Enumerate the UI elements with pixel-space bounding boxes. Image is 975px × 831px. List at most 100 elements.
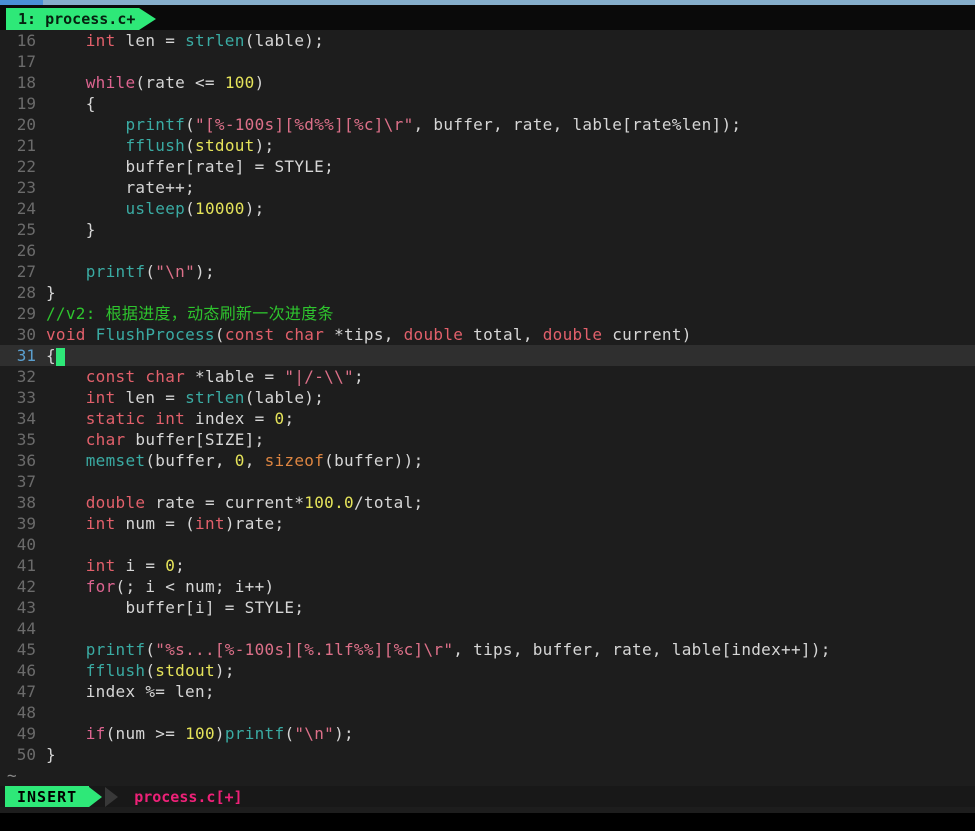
line-text: int i = 0;	[85, 556, 186, 575]
code-line-38[interactable]: 38 double rate = current*100.0/total;	[0, 492, 975, 513]
line-text: void FlushProcess(const char *tips, doub…	[46, 325, 692, 344]
line-text: {	[36, 345, 65, 366]
code-line-28[interactable]: 28}	[0, 282, 975, 303]
code-line-18[interactable]: 18 while(rate <= 100)	[0, 72, 975, 93]
code-line-26[interactable]: 26	[0, 240, 975, 261]
code-line-50[interactable]: 50}	[0, 744, 975, 765]
line-text: //v2: 根据进度，动态刷新一次进度条	[46, 304, 334, 323]
status-bar: INSERT process.c[+]	[0, 786, 975, 807]
terminal-window: 1: process.c+ 16 int len = strlen(lable)…	[0, 0, 975, 831]
mode-indicator: INSERT	[5, 786, 119, 807]
line-text: for(; i < num; i++)	[85, 577, 275, 596]
line-number: 39	[16, 514, 36, 533]
line-text: if(num >= 100)printf("\n");	[85, 724, 354, 743]
code-line-43[interactable]: 43 buffer[i] = STYLE;	[0, 597, 975, 618]
code-line-16[interactable]: 16 int len = strlen(lable);	[0, 30, 975, 51]
code-line-20[interactable]: 20 printf("[%-100s][%d%%][%c]\r", buffer…	[0, 114, 975, 135]
line-text	[36, 702, 46, 723]
line-text: char buffer[SIZE];	[85, 430, 265, 449]
line-text: int num = (int)rate;	[85, 514, 285, 533]
line-number: 49	[16, 724, 36, 743]
tab-arrow-icon	[139, 8, 157, 30]
line-number: 31	[16, 346, 36, 365]
code-line-22[interactable]: 22 buffer[rate] = STYLE;	[0, 156, 975, 177]
line-number: 41	[16, 556, 36, 575]
code-line-42[interactable]: 42 for(; i < num; i++)	[0, 576, 975, 597]
code-line-30[interactable]: 30 void FlushProcess(const char *tips, do…	[0, 324, 975, 345]
line-text	[36, 51, 46, 72]
empty-line-marker: ~	[0, 765, 975, 786]
line-number: 37	[16, 472, 36, 491]
code-line-33[interactable]: 33 int len = strlen(lable);	[0, 387, 975, 408]
line-text: int len = strlen(lable);	[85, 388, 325, 407]
code-line-39[interactable]: 39 int num = (int)rate;	[0, 513, 975, 534]
line-number: 42	[16, 577, 36, 596]
code-line-40[interactable]: 40	[0, 534, 975, 555]
line-number: 24	[16, 199, 36, 218]
line-number: 46	[16, 661, 36, 680]
line-text	[36, 471, 46, 492]
tab-process-c[interactable]: 1: process.c+	[6, 8, 157, 30]
line-number: 38	[16, 493, 36, 512]
line-text: }	[46, 745, 56, 764]
text-cursor	[55, 348, 65, 366]
code-line-34[interactable]: 34 static int index = 0;	[0, 408, 975, 429]
code-area[interactable]: 16 int len = strlen(lable); 17 18 while(ra…	[0, 30, 975, 765]
line-number: 47	[16, 682, 36, 701]
code-line-37[interactable]: 37	[0, 471, 975, 492]
code-line-31[interactable]: 31{	[0, 345, 975, 366]
code-line-27[interactable]: 27 printf("\n");	[0, 261, 975, 282]
code-line-25[interactable]: 25 }	[0, 219, 975, 240]
code-line-36[interactable]: 36 memset(buffer, 0, sizeof(buffer));	[0, 450, 975, 471]
code-line-29[interactable]: 29 //v2: 根据进度，动态刷新一次进度条	[0, 303, 975, 324]
line-text: double rate = current*100.0/total;	[85, 493, 424, 512]
line-number: 18	[16, 73, 36, 92]
code-line-19[interactable]: 19 {	[0, 93, 975, 114]
line-text	[36, 534, 46, 555]
window-top-bar	[0, 0, 975, 5]
line-text: const char *lable = "|/-\\";	[85, 367, 364, 386]
line-text: {	[46, 94, 96, 113]
code-line-23[interactable]: 23 rate++;	[0, 177, 975, 198]
code-line-21[interactable]: 21 fflush(stdout);	[0, 135, 975, 156]
line-number: 27	[16, 262, 36, 281]
code-line-49[interactable]: 49 if(num >= 100)printf("\n");	[0, 723, 975, 744]
code-line-35[interactable]: 35 char buffer[SIZE];	[0, 429, 975, 450]
line-number: 21	[16, 136, 36, 155]
line-text: static int index = 0;	[85, 409, 295, 428]
tab-bar: 1: process.c+	[0, 5, 975, 30]
tab-label: 1: process.c+	[6, 8, 140, 30]
code-line-48[interactable]: 48	[0, 702, 975, 723]
line-text: fflush(stdout);	[85, 661, 235, 680]
line-text	[36, 240, 46, 261]
line-number: 33	[16, 388, 36, 407]
code-line-46[interactable]: 46 fflush(stdout);	[0, 660, 975, 681]
line-number: 35	[16, 430, 36, 449]
line-number: 20	[16, 115, 36, 134]
code-line-47[interactable]: 47 index %= len;	[0, 681, 975, 702]
line-number: 17	[16, 52, 36, 71]
line-text: int len = strlen(lable);	[85, 31, 325, 50]
line-text: while(rate <= 100)	[85, 73, 265, 92]
code-line-44[interactable]: 44	[0, 618, 975, 639]
line-text: index %= len;	[46, 682, 215, 701]
line-number: 50	[16, 745, 36, 764]
code-line-24[interactable]: 24 usleep(10000);	[0, 198, 975, 219]
line-number: 25	[16, 220, 36, 239]
line-text: fflush(stdout);	[125, 136, 275, 155]
line-number: 29	[16, 304, 36, 323]
code-line-32[interactable]: 32 const char *lable = "|/-\\";	[0, 366, 975, 387]
line-number: 28	[16, 283, 36, 302]
bottom-black-strip	[0, 813, 975, 831]
code-line-45[interactable]: 45 printf("%s...[%-100s][%.1lf%%][%c]\r"…	[0, 639, 975, 660]
line-number: 26	[16, 241, 36, 260]
code-line-41[interactable]: 41 int i = 0;	[0, 555, 975, 576]
code-line-17[interactable]: 17	[0, 51, 975, 72]
line-text: }	[46, 220, 96, 239]
line-text: printf("[%-100s][%d%%][%c]\r", buffer, r…	[125, 115, 742, 134]
line-text: buffer[rate] = STYLE;	[46, 157, 335, 176]
line-number: 40	[16, 535, 36, 554]
line-number: 48	[16, 703, 36, 722]
line-text: usleep(10000);	[125, 199, 265, 218]
line-number: 44	[16, 619, 36, 638]
